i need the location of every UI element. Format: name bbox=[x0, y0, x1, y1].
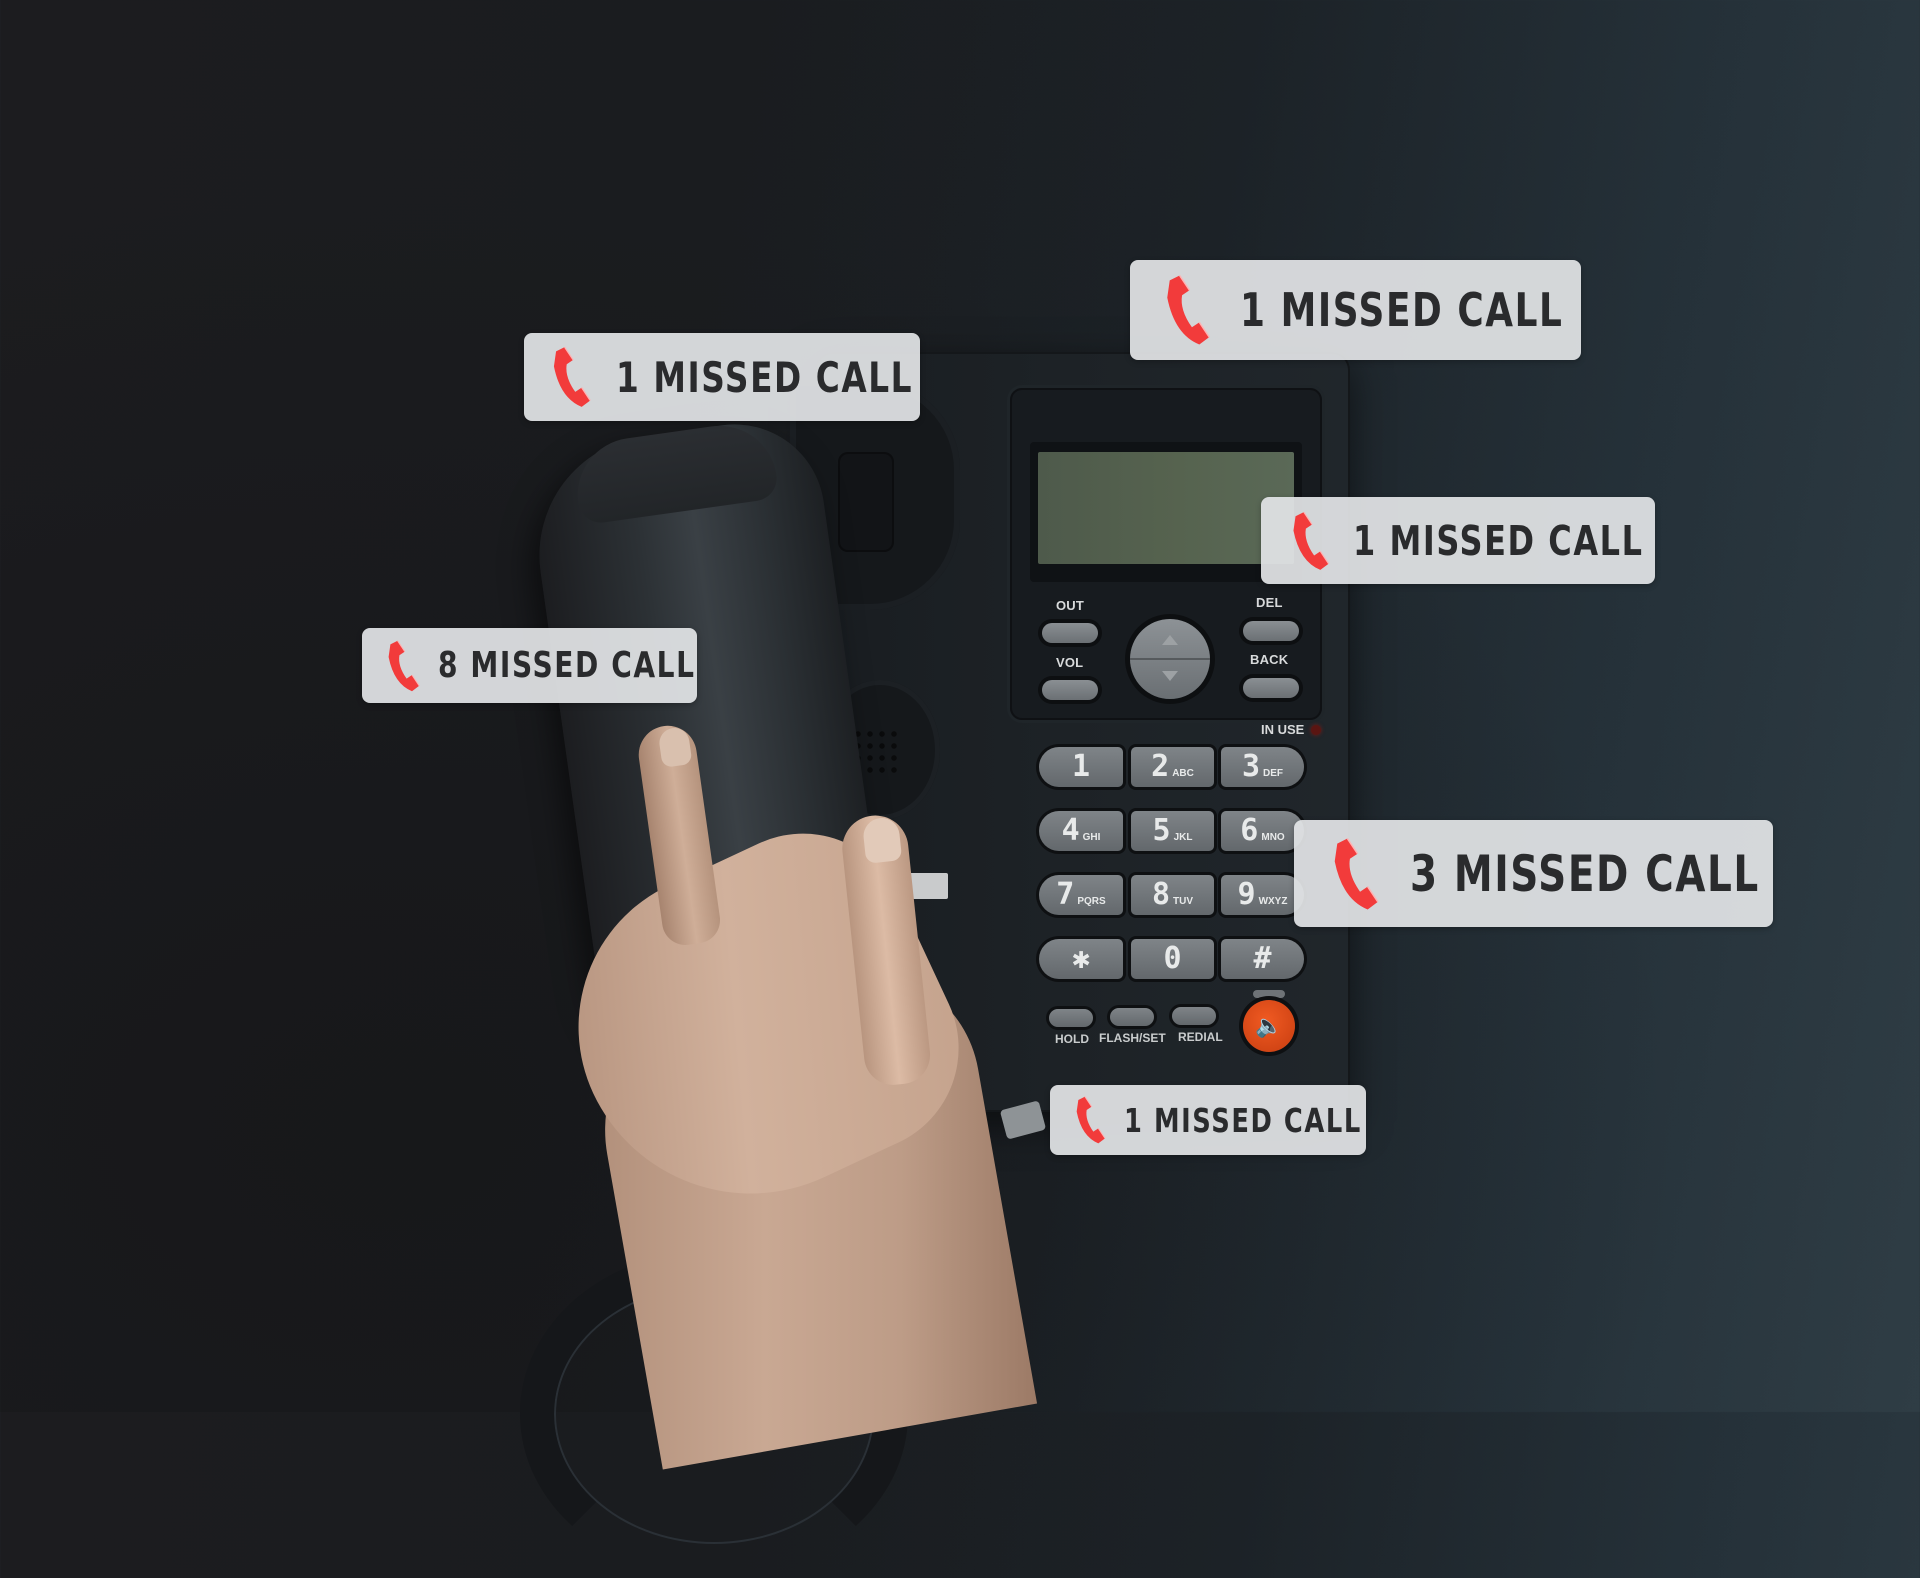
keypad-key[interactable]: 0 bbox=[1131, 939, 1214, 979]
key-letters: WXYZ bbox=[1258, 895, 1288, 907]
key-letters: GHI bbox=[1082, 831, 1101, 843]
speaker-button-indicator bbox=[1253, 990, 1285, 998]
nav-down-arrow-icon[interactable] bbox=[1162, 671, 1178, 681]
key-digit: 8 bbox=[1151, 877, 1171, 912]
nav-up-arrow-icon[interactable] bbox=[1162, 635, 1178, 645]
hold-label: HOLD bbox=[1055, 1032, 1089, 1046]
keypad-key[interactable]: 1 bbox=[1039, 747, 1123, 787]
back-label: BACK bbox=[1250, 652, 1289, 667]
key-digit: 3 bbox=[1241, 749, 1261, 784]
in-use-label: IN USE bbox=[1261, 722, 1305, 737]
badge-text: 1 MISSED CALL bbox=[1240, 283, 1564, 337]
missed-call-handset-icon bbox=[1076, 1096, 1106, 1144]
nav-divider bbox=[1130, 658, 1210, 660]
keypad-key[interactable]: 4 GHI bbox=[1039, 811, 1123, 851]
badge-text: 8 MISSED CALL bbox=[438, 645, 696, 686]
missed-call-handset-icon bbox=[553, 346, 591, 407]
key-digit: ✱ bbox=[1071, 941, 1091, 976]
redial-label: REDIAL bbox=[1178, 1030, 1223, 1044]
back-button[interactable] bbox=[1243, 678, 1299, 698]
key-letters: DEF bbox=[1263, 767, 1284, 779]
missed-call-badge[interactable]: 1 MISSED CALL bbox=[524, 333, 920, 421]
navigation-disc[interactable] bbox=[1130, 619, 1210, 699]
missed-call-badge[interactable]: 1 MISSED CALL bbox=[1050, 1085, 1366, 1155]
key-digit: 4 bbox=[1061, 813, 1080, 848]
key-digit: 2 bbox=[1151, 749, 1170, 784]
hook-switch[interactable] bbox=[838, 452, 894, 552]
speakerphone-button[interactable]: 🔈 bbox=[1243, 1000, 1295, 1052]
keypad-key[interactable]: ✱ bbox=[1039, 939, 1123, 979]
key-letters: JKL bbox=[1173, 831, 1193, 843]
key-digit: 7 bbox=[1056, 877, 1075, 912]
keypad-key[interactable]: 3 DEF bbox=[1221, 747, 1304, 787]
del-button[interactable] bbox=[1243, 621, 1299, 641]
out-label: OUT bbox=[1056, 598, 1085, 613]
key-digit: 5 bbox=[1152, 813, 1171, 848]
vol-button[interactable] bbox=[1042, 680, 1098, 700]
keypad-key[interactable]: 6 MNO bbox=[1221, 811, 1304, 851]
navigation-area: OUT VOL DEL BACK bbox=[1018, 585, 1318, 720]
keypad-key[interactable]: 8 TUV bbox=[1131, 875, 1214, 915]
missed-call-handset-icon bbox=[1334, 837, 1379, 909]
key-digit: 6 bbox=[1240, 813, 1259, 848]
badge-text: 1 MISSED CALL bbox=[1353, 516, 1644, 565]
in-use-led bbox=[1311, 725, 1321, 735]
speaker-icon: 🔈 bbox=[1255, 1013, 1283, 1038]
missed-call-handset-icon bbox=[1293, 511, 1330, 570]
keypad-key[interactable]: 5 JKL bbox=[1131, 811, 1214, 851]
key-digit: 0 bbox=[1163, 941, 1182, 976]
hold-button[interactable] bbox=[1049, 1009, 1093, 1027]
vol-label: VOL bbox=[1056, 655, 1084, 670]
key-digit: # bbox=[1253, 941, 1272, 976]
badge-text: 1 MISSED CALL bbox=[1124, 1100, 1362, 1140]
badge-text: 1 MISSED CALL bbox=[616, 352, 914, 402]
missed-call-handset-icon bbox=[388, 640, 420, 691]
keypad-key[interactable]: 2 ABC bbox=[1131, 747, 1214, 787]
key-letters: MNO bbox=[1261, 831, 1285, 843]
keypad-key[interactable]: 7 PQRS bbox=[1039, 875, 1123, 915]
missed-call-handset-icon bbox=[1167, 275, 1210, 345]
badge-text: 3 MISSED CALL bbox=[1410, 844, 1760, 903]
key-letters: ABC bbox=[1172, 767, 1194, 779]
key-letters: PQRS bbox=[1077, 895, 1106, 907]
keypad-key[interactable]: # bbox=[1221, 939, 1304, 979]
missed-call-badge[interactable]: 1 MISSED CALL bbox=[1130, 260, 1581, 360]
missed-call-badge[interactable]: 3 MISSED CALL bbox=[1294, 820, 1773, 927]
lcd-screen bbox=[1038, 452, 1294, 564]
keypad-key[interactable]: 9 WXYZ bbox=[1221, 875, 1304, 915]
missed-call-badge[interactable]: 8 MISSED CALL bbox=[362, 628, 697, 703]
key-digit: 1 bbox=[1071, 749, 1091, 784]
del-label: DEL bbox=[1256, 595, 1283, 610]
key-digit: 9 bbox=[1237, 877, 1256, 912]
flash-set-label: FLASH/SET bbox=[1099, 1031, 1166, 1045]
key-letters: TUV bbox=[1173, 895, 1194, 907]
flash-set-button[interactable] bbox=[1110, 1008, 1154, 1026]
redial-button[interactable] bbox=[1172, 1007, 1216, 1025]
out-button[interactable] bbox=[1042, 623, 1098, 643]
missed-call-badge[interactable]: 1 MISSED CALL bbox=[1261, 497, 1655, 584]
